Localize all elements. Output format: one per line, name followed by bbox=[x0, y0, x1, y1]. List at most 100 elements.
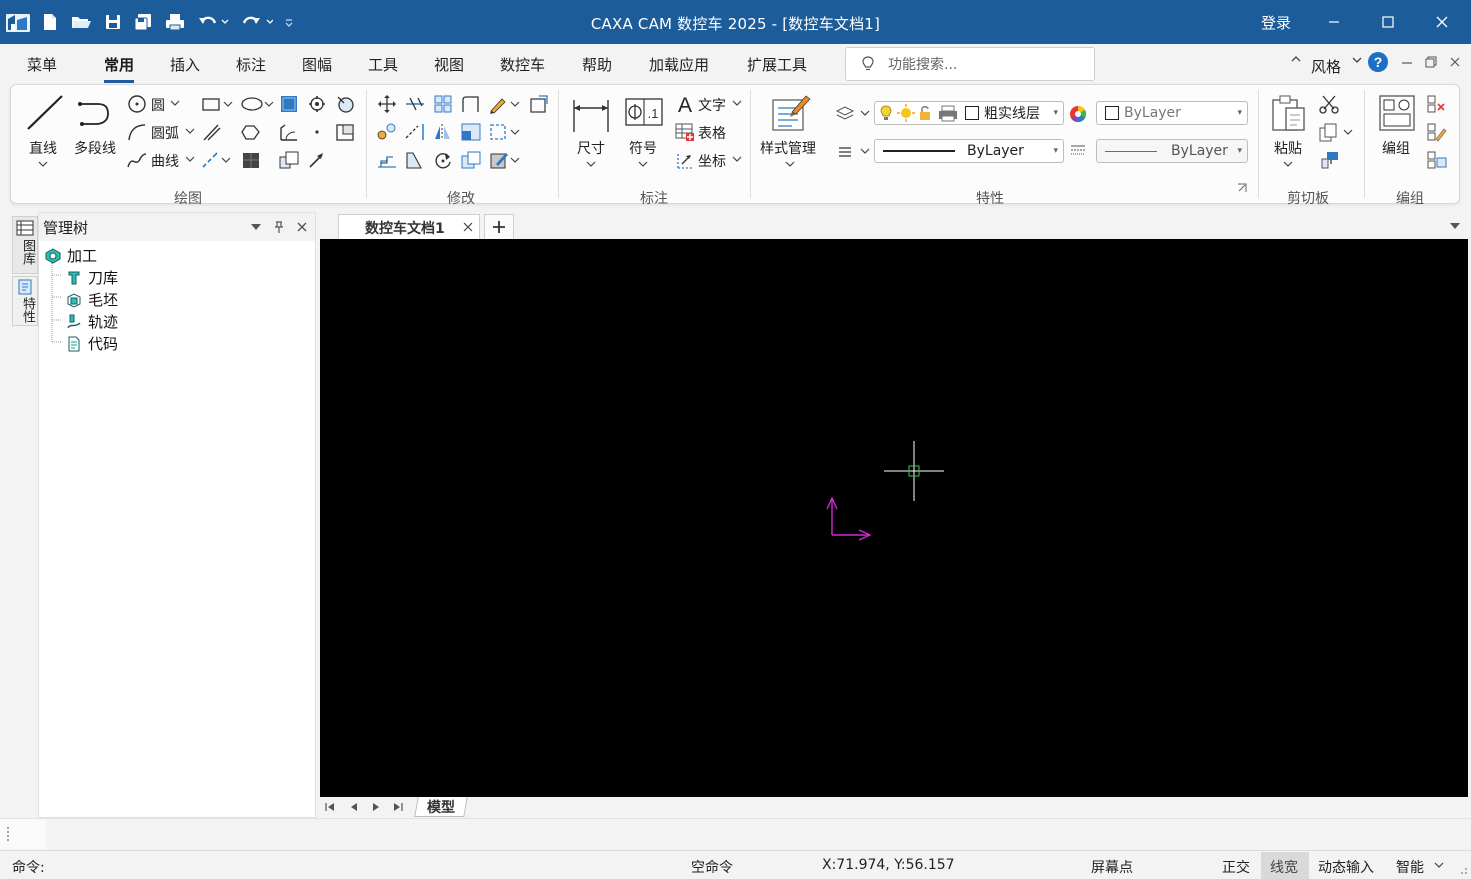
command-history-area[interactable] bbox=[0, 818, 1471, 850]
coordinate-button[interactable]: 坐标 bbox=[698, 151, 726, 171]
layer-select[interactable]: 粗实线层 ▾ bbox=[874, 101, 1064, 125]
extend-icon[interactable] bbox=[404, 122, 426, 142]
menu-item-extension-tools[interactable]: 扩展工具 bbox=[747, 54, 807, 75]
group-add-icon[interactable] bbox=[1426, 150, 1448, 170]
style-manager-icon[interactable] bbox=[770, 92, 812, 134]
menu-item-insert[interactable]: 插入 bbox=[170, 54, 200, 75]
command-input[interactable] bbox=[56, 855, 656, 875]
offset-icon[interactable] bbox=[376, 150, 398, 170]
sketch-frame-icon[interactable] bbox=[278, 150, 300, 170]
menu-item-help[interactable]: 帮助 bbox=[582, 54, 612, 75]
lineweight-icon[interactable] bbox=[1069, 142, 1087, 160]
line-icon[interactable] bbox=[24, 92, 66, 134]
format-painter-icon[interactable] bbox=[1318, 150, 1340, 170]
first-sheet-icon[interactable] bbox=[324, 801, 336, 813]
ungroup-icon[interactable] bbox=[1426, 94, 1448, 114]
explode-icon[interactable] bbox=[488, 122, 524, 142]
new-tab-button[interactable] bbox=[484, 214, 514, 240]
color-select[interactable]: ByLayer ▾ bbox=[1096, 101, 1248, 125]
group-icon[interactable] bbox=[1378, 94, 1416, 132]
curve-icon[interactable] bbox=[126, 150, 148, 170]
menu-item-menu[interactable]: 菜单 bbox=[27, 54, 57, 75]
line-dropdown-icon[interactable] bbox=[38, 160, 48, 168]
circle-button[interactable]: 圆 bbox=[151, 95, 165, 115]
polyline-button[interactable]: 多段线 bbox=[74, 138, 116, 158]
tree-item-toolpath[interactable]: 轨迹 bbox=[66, 311, 118, 332]
style-manager-button[interactable]: 样式管理 bbox=[760, 138, 816, 158]
arc-icon[interactable] bbox=[126, 122, 148, 142]
table-icon[interactable] bbox=[674, 122, 696, 142]
symbol-dropdown-icon[interactable] bbox=[638, 160, 648, 168]
paste-dropdown-icon[interactable] bbox=[1283, 160, 1293, 168]
edit-hatch-icon[interactable] bbox=[488, 150, 524, 170]
arrow-icon[interactable] bbox=[306, 150, 328, 170]
dimension-button[interactable]: 尺寸 bbox=[577, 138, 605, 158]
layer-manager-icon[interactable] bbox=[833, 102, 873, 124]
edit-group-icon[interactable] bbox=[1426, 122, 1448, 142]
stretch-icon[interactable] bbox=[528, 94, 550, 114]
mirror-icon[interactable] bbox=[432, 122, 454, 142]
color-wheel-icon[interactable] bbox=[1068, 104, 1088, 124]
fillet-icon[interactable] bbox=[460, 94, 482, 114]
trim-icon[interactable] bbox=[404, 94, 426, 114]
help-icon[interactable]: ? bbox=[1367, 51, 1389, 73]
copy-icon[interactable] bbox=[1318, 122, 1354, 142]
scale-icon[interactable] bbox=[460, 122, 482, 142]
dash-line-icon[interactable] bbox=[200, 150, 236, 170]
snap-mode-button[interactable]: 屏幕点 bbox=[1091, 857, 1133, 877]
gear-shape-icon[interactable] bbox=[306, 94, 328, 114]
ribbon-close-icon[interactable] bbox=[1448, 55, 1462, 69]
lineweight-select[interactable]: ByLayer ▾ bbox=[1096, 139, 1248, 163]
tab-document-1[interactable]: 数控车文档1 bbox=[338, 214, 480, 240]
properties-dialog-launcher-icon[interactable] bbox=[1237, 183, 1247, 193]
style-menu[interactable]: 风格 bbox=[1311, 56, 1341, 77]
menu-item-sheet[interactable]: 图幅 bbox=[302, 54, 332, 75]
collapse-ribbon-icon[interactable] bbox=[1290, 54, 1302, 64]
point-icon[interactable] bbox=[306, 122, 328, 142]
region-fill-icon[interactable] bbox=[240, 150, 262, 170]
pencil-edit-icon[interactable] bbox=[488, 94, 524, 114]
menu-item-tools[interactable]: 工具 bbox=[368, 54, 398, 75]
rotate-copy-icon[interactable] bbox=[376, 122, 398, 142]
side-tab-properties[interactable]: 特性 bbox=[12, 276, 38, 326]
rotate-icon[interactable] bbox=[432, 150, 454, 170]
dimension-icon[interactable] bbox=[570, 94, 612, 134]
prev-sheet-icon[interactable] bbox=[348, 801, 360, 813]
drawing-canvas[interactable] bbox=[320, 239, 1468, 797]
next-sheet-icon[interactable] bbox=[370, 801, 382, 813]
style-dropdown-icon[interactable] bbox=[1351, 55, 1363, 65]
circle-dropdown-icon[interactable] bbox=[170, 99, 180, 107]
move-icon[interactable] bbox=[376, 94, 398, 114]
block-icon[interactable] bbox=[334, 122, 356, 142]
polyline-icon[interactable] bbox=[76, 94, 120, 134]
arc-dropdown-icon[interactable] bbox=[185, 127, 195, 135]
symbol-button[interactable]: 符号 bbox=[629, 138, 657, 158]
break-icon[interactable] bbox=[404, 150, 426, 170]
menu-item-view[interactable]: 视图 bbox=[434, 54, 464, 75]
tree-item-blank[interactable]: 毛坯 bbox=[66, 289, 118, 310]
tab-close-icon[interactable] bbox=[463, 222, 473, 232]
text-icon[interactable]: A bbox=[674, 93, 696, 115]
close-button[interactable] bbox=[1416, 0, 1468, 44]
side-tab-library[interactable]: 图库 bbox=[12, 216, 38, 274]
menu-item-cnc-lathe[interactable]: 数控车 bbox=[500, 54, 545, 75]
smart-snap-dropdown-icon[interactable] bbox=[1434, 861, 1444, 869]
coordinate-icon[interactable] bbox=[674, 150, 696, 170]
tree-item-tool-library[interactable]: 刀库 bbox=[66, 267, 118, 288]
maximize-button[interactable] bbox=[1362, 0, 1414, 44]
minimize-button[interactable] bbox=[1308, 0, 1360, 44]
line-button[interactable]: 直线 bbox=[29, 138, 57, 158]
hole-icon[interactable] bbox=[334, 94, 356, 114]
centerline-icon[interactable] bbox=[200, 122, 222, 142]
copy-objects-icon[interactable] bbox=[460, 150, 482, 170]
curve-dropdown-icon[interactable] bbox=[185, 155, 195, 163]
arc-button[interactable]: 圆弧 bbox=[151, 123, 179, 143]
group-button[interactable]: 编组 bbox=[1382, 138, 1410, 158]
menu-item-annotate[interactable]: 标注 bbox=[236, 54, 266, 75]
lineweight-toggle[interactable]: 线宽 bbox=[1270, 857, 1298, 877]
paste-icon[interactable] bbox=[1270, 92, 1308, 134]
rectangle-icon[interactable] bbox=[200, 94, 236, 114]
chamfer-icon[interactable] bbox=[278, 122, 300, 142]
ribbon-restore-icon[interactable] bbox=[1424, 55, 1438, 69]
ellipse-icon[interactable] bbox=[240, 94, 276, 114]
